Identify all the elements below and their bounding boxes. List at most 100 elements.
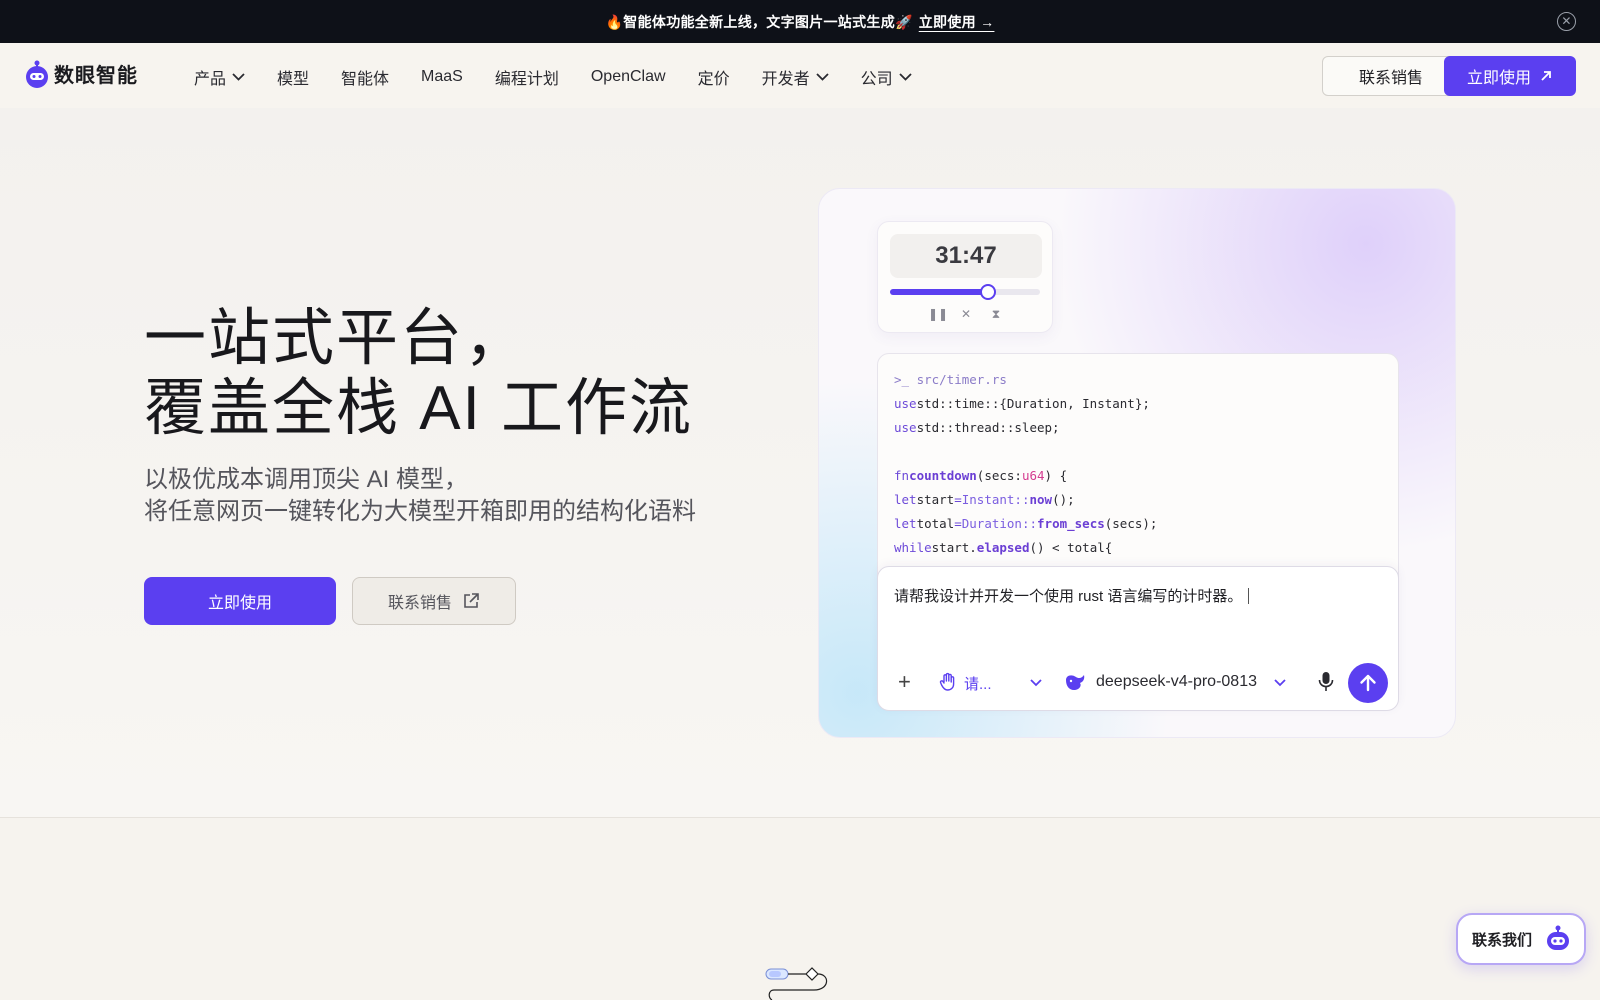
code-token: start. [931,540,977,555]
hourglass-icon[interactable]: ⧗ [988,306,1004,322]
timer-widget: 31:47 ❚❚ ✕ ⧗ [877,221,1053,333]
chat-input[interactable]: 请帮我设计并开发一个使用 rust 语言编写的计时器。 [894,585,1249,606]
code-token: start [916,492,955,507]
hand-icon[interactable] [938,672,958,692]
hero-use-now-label: 立即使用 [207,595,272,612]
code-token: (); [1052,492,1075,507]
nav-item-8[interactable]: 公司 [861,65,912,89]
timer-slider-handle[interactable] [979,284,996,300]
nav-item-4[interactable]: 编程计划 [495,65,559,89]
floating-contact-button[interactable]: 联系我们 [1456,913,1586,965]
nav-use-now-button[interactable]: 立即使用 [1444,56,1576,96]
timer-slider[interactable] [890,284,1040,300]
code-token: let [894,516,917,531]
code-token: use [894,420,917,435]
code-token: = [954,492,962,507]
hero-contact-sales-label: 联系销售 [387,595,452,612]
code-token: elapsed [976,540,1030,555]
code-token: use [894,396,917,411]
send-button[interactable] [1348,663,1388,703]
announcement-text: 🔥智能体功能全新上线，文字图片一站式生成🚀 [605,13,913,30]
demo-card: 31:47 ❚❚ ✕ ⧗ >_ src/timer.rs usestd::tim… [818,188,1456,738]
nav-item-3[interactable]: MaaS [421,68,463,86]
floating-contact-label: 联系我们 [1472,931,1533,949]
nav-use-now-label: 立即使用 [1466,70,1531,87]
code-token: total [916,516,955,531]
arrow-up-icon [1360,674,1376,692]
code-line: letstart=Instant::now(); [894,488,1382,512]
code-line: whilestart.elapsed() < total{ [894,536,1382,560]
code-line: fncountdown(secs:u64) { [894,464,1382,488]
hero-title-line2: 覆盖全栈 AI 工作流 [144,374,694,443]
nav-item-label: MaaS [421,68,463,85]
nav-contact-sales-button[interactable]: 联系销售 [1322,56,1460,96]
logo-text: 数眼智能 [54,65,138,87]
code-editor: >_ src/timer.rs usestd::time::{Duration,… [877,353,1399,593]
code-line: usestd::thread::sleep; [894,416,1382,440]
code-token: = [954,516,962,531]
code-token: fn [894,468,910,483]
chevron-down-icon[interactable] [1030,679,1042,687]
logo[interactable]: 数眼智能 [24,59,138,88]
hero-section: 一站式平台， 覆盖全栈 AI 工作流 以极优成本调用顶尖 AI 模型， 将任意网… [0,108,1600,818]
model-selector-label[interactable]: deepseek-v4-pro-0813 [1096,673,1257,691]
top-navbar: 数眼智能 产品 模型 智能体 MaaS 编程计划 OpenClaw 定价 开发者 公司 联系销售… [0,43,1600,108]
hero-use-now-button[interactable]: 立即使用 [144,577,336,625]
code-line: usestd::time::{Duration, Instant}; [894,392,1382,416]
nav-item-2[interactable]: 智能体 [341,65,389,89]
nav-item-1[interactable]: 模型 [277,65,309,89]
code-token: let [894,492,917,507]
chat-box: 请帮我设计并开发一个使用 rust 语言编写的计时器。 + 请... deeps… [877,566,1399,711]
hero-title: 一站式平台， 覆盖全栈 AI 工作流 [144,304,693,444]
timer-display: 31:47 [890,234,1042,278]
code-token: countdown [909,468,977,483]
hero-subtitle-line1: 以极优成本调用顶尖 AI 模型， [144,466,469,493]
code-token: while [894,540,932,555]
timer-slider-fill [890,289,988,295]
code-token: std::time::{Duration, Instant}; [916,396,1150,411]
hero-subtitle-line2: 将任意网页一键转化为大模型开箱即用的结构化语料 [144,498,696,525]
stop-icon[interactable]: ✕ [958,306,974,322]
chevron-down-icon [898,73,912,81]
connector-decoration [765,967,828,1000]
logo-robot-icon [26,60,48,88]
code-lines: usestd::time::{Duration, Instant}; usestd… [894,392,1382,560]
hero-subtitle: 以极优成本调用顶尖 AI 模型， 将任意网页一键转化为大模型开箱即用的结构化语料 [144,464,696,528]
code-line: lettotal=Duration::from_secs(secs); [894,512,1382,536]
external-link-icon [464,593,479,608]
nav-item-label: 定价 [697,71,730,88]
hero-contact-sales-button[interactable]: 联系销售 [352,577,516,625]
mic-icon[interactable] [1318,671,1334,693]
chevron-down-icon [232,73,245,81]
code-token: ) { [1044,468,1068,483]
nav-item-6[interactable]: 定价 [698,65,730,89]
hero-title-line1: 一站式平台， [144,304,529,373]
code-token: from_secs [1037,516,1105,531]
nav-item-7[interactable]: 开发者 [762,65,829,89]
timer-controls: ❚❚ ✕ ⧗ [928,306,1004,322]
code-token: Instant:: [961,492,1030,507]
whale-icon [1066,675,1085,690]
code-token: (secs); [1104,516,1158,531]
nav-item-0[interactable]: 产品 [194,65,245,89]
code-token: (secs: [976,468,1022,483]
robot-icon [1547,925,1570,950]
pause-icon[interactable]: ❚❚ [928,306,948,322]
announcement-bar: 🔥智能体功能全新上线，文字图片一站式生成🚀 立即使用 → ✕ [0,0,1600,43]
nav-item-label: 编程计划 [494,71,559,88]
code-token: std::thread::sleep; [916,420,1060,435]
nav-item-label: 产品 [194,71,227,88]
chevron-down-icon[interactable] [1274,679,1286,687]
mode-selector-label[interactable]: 请... [964,673,992,694]
nav-item-5[interactable]: OpenClaw [591,68,666,86]
code-token: now [1029,492,1053,507]
plus-icon[interactable]: + [898,671,911,693]
code-file-path: >_ src/timer.rs [894,372,1007,387]
announcement-cta-link[interactable]: 立即使用 → [919,12,995,32]
close-icon[interactable]: ✕ [1557,12,1576,31]
nav-contact-sales-label: 联系销售 [1358,70,1423,87]
nav-item-label: 公司 [860,71,893,88]
chat-toolbar: + 请... deepseek-v4-pro-0813 [894,663,1388,703]
code-token: u64 [1021,468,1045,483]
